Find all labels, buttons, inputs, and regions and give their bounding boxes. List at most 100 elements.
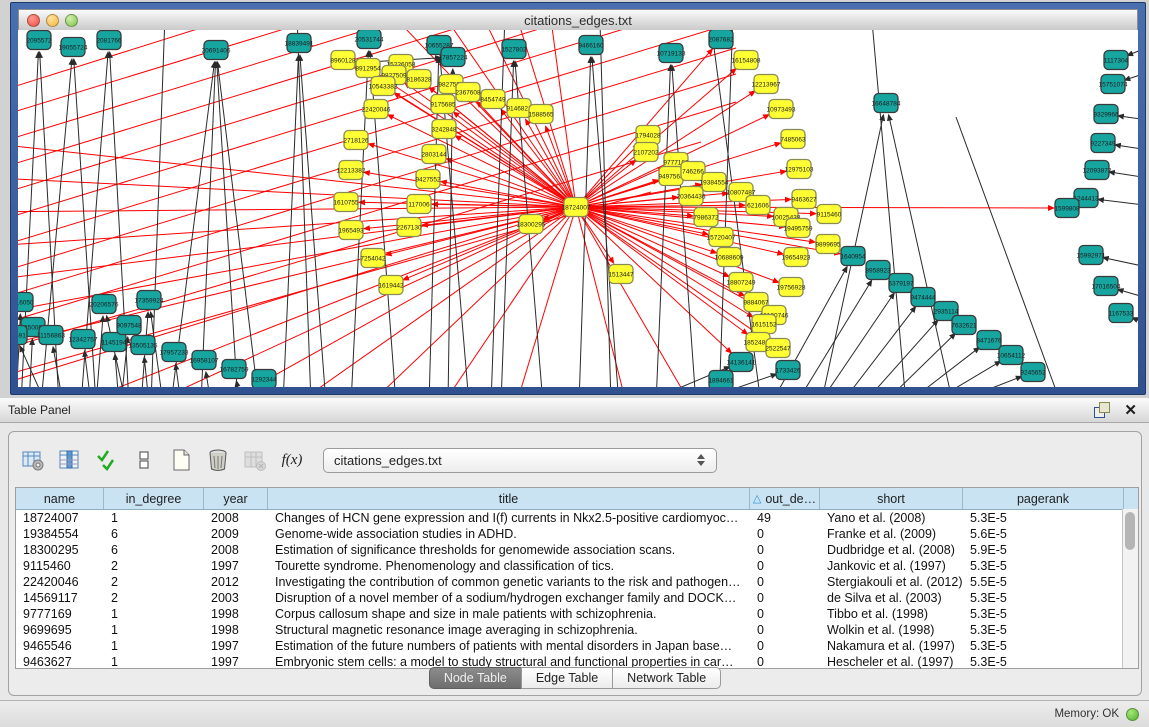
network-node[interactable]: 9497568 [658,167,684,186]
network-node[interactable]: 15720407 [707,228,736,247]
network-node[interactable]: 7485063 [780,130,806,149]
network-node[interactable]: 1599808 [1054,199,1080,218]
network-node[interactable]: 1527802 [501,40,527,59]
network-graph[interactable]: 1872400718300295209557219055724208176620… [18,30,1138,387]
function-builder-icon[interactable]: f(x) [278,445,306,475]
tab-edge-table[interactable]: Edge Table [521,667,613,689]
network-node[interactable]: 12213382 [337,161,366,180]
table-row[interactable]: 1830029562008Estimation of significance … [16,542,1138,558]
network-node[interactable]: 10973493 [767,100,796,119]
network-node[interactable]: 12213967 [752,75,781,94]
network-node[interactable]: 1640954 [840,247,866,266]
table-row[interactable]: 969969511998Structural magnetic resonanc… [16,622,1138,638]
network-node[interactable]: 12975103 [785,160,814,179]
rows-icon[interactable] [130,445,158,475]
delete-column-icon[interactable] [204,445,232,475]
network-node[interactable]: 22420046 [362,100,391,119]
table-row[interactable]: 911546021997Tourette syndrome. Phenomeno… [16,558,1138,574]
column-header-title[interactable]: title [268,488,750,509]
network-node[interactable]: 9899695 [815,235,841,254]
network-node[interactable]: 16782759 [220,360,249,379]
network-node[interactable]: 11156863 [37,326,65,345]
network-node[interactable]: 12342757 [69,330,98,349]
network-node[interactable]: 1167533 [1109,304,1134,323]
network-node[interactable]: 117006 [407,195,431,214]
network-node[interactable]: 8186328 [406,70,432,89]
network-node[interactable]: 17359924 [135,291,164,310]
table-row[interactable]: 1456911722003Disruption of a novel membe… [16,590,1138,606]
network-node[interactable]: 19384554 [700,173,729,192]
network-node[interactable]: 18300295 [517,215,546,234]
table-row[interactable]: 977716911998Corpus callosum shape and si… [16,606,1138,622]
network-node[interactable]: 20531744 [355,30,384,49]
network-node[interactable]: 17857224 [439,48,468,67]
minimize-window-button[interactable] [46,14,59,27]
network-node[interactable]: 9097548 [116,316,142,335]
network-node[interactable]: 1733426 [775,361,801,380]
close-window-button[interactable] [27,14,40,27]
network-node[interactable]: 9427552 [415,170,441,189]
column-header-year[interactable]: year [204,488,268,509]
network-node[interactable]: 621606 [746,196,770,215]
network-node[interactable]: 9227349 [1090,134,1116,153]
network-node[interactable]: 16648784 [872,94,901,113]
network-node[interactable]: 12093872 [1083,161,1112,180]
network-node[interactable]: 19654923 [782,248,811,267]
column-header-pagerank[interactable]: pagerank [963,488,1124,509]
network-node[interactable]: 9175685 [430,95,456,114]
tab-network-table[interactable]: Network Table [612,667,721,689]
network-canvas[interactable]: 1872400718300295209557219055724208176620… [18,30,1138,387]
network-node[interactable]: 2016050 [18,293,34,312]
network-node[interactable]: 9115460 [817,205,842,224]
network-node[interactable]: 2107202 [633,143,659,162]
select-columns-icon[interactable] [56,445,84,475]
network-node[interactable]: 1610755 [333,193,359,212]
network-node[interactable]: 7986372 [693,208,719,227]
network-node[interactable]: 20364436 [677,187,706,206]
network-node[interactable]: 8912954 [355,59,381,78]
network-node[interactable]: 2081766 [96,31,122,50]
network-node[interactable]: 9474444 [910,288,936,307]
column-header-short[interactable]: short [820,488,963,509]
network-node[interactable]: 1619442 [378,276,404,295]
network-node[interactable]: 7632621 [951,316,977,335]
network-node[interactable]: 16958107 [190,351,219,370]
network-node[interactable]: 19495759 [784,219,813,238]
network-node[interactable]: 2367608 [455,83,481,102]
network-node[interactable]: 10719133 [657,44,686,63]
network-node[interactable]: 10543382 [369,77,398,96]
zoom-window-button[interactable] [65,14,78,27]
network-node[interactable]: 9245652 [1020,363,1046,382]
network-node[interactable]: 1292344 [251,370,277,388]
network-node[interactable]: 10654112 [997,346,1026,365]
network-node[interactable]: 1145194 [102,333,127,352]
network-node[interactable]: 1588565 [528,105,554,124]
network-node[interactable]: 8454749 [480,90,506,109]
network-node[interactable]: 13505135 [129,336,158,355]
table-vertical-scrollbar[interactable] [1122,509,1138,668]
network-node[interactable]: 1615152 [751,315,777,334]
table-row[interactable]: 1872400712008Changes of HCN gene express… [16,510,1138,526]
network-node[interactable]: 1117304 [1104,51,1129,70]
network-node[interactable]: 17016504 [1092,277,1121,296]
network-node[interactable]: 2718126 [343,131,369,150]
tab-node-table[interactable]: Node Table [429,667,522,689]
network-node[interactable]: 1894661 [708,371,734,388]
table-row[interactable]: 1938455462009Genome-wide association stu… [16,526,1138,542]
network-node[interactable]: 9329966 [1093,105,1119,124]
network-node[interactable]: 2267130 [396,218,422,237]
network-node[interactable]: 18724007 [562,198,591,217]
network-node[interactable]: 3242848 [431,120,457,139]
table-selector-dropdown[interactable]: citations_edges.txt [323,448,717,473]
network-node[interactable]: 15751074 [1099,75,1128,94]
network-node[interactable]: 20206576 [90,295,119,314]
row-selection-icon[interactable] [93,445,121,475]
scrollbar-thumb[interactable] [1125,512,1135,550]
network-node[interactable]: 15992971 [1077,246,1106,265]
column-header-in_degree[interactable]: in_degree [104,488,204,509]
network-node[interactable]: 18839491 [285,34,314,53]
network-node[interactable]: 19756928 [777,278,806,297]
table-row[interactable]: 2242004622012Investigating the contribut… [16,574,1138,590]
network-node[interactable]: 8958923 [865,261,891,280]
close-panel-icon[interactable]: ✕ [1124,403,1137,418]
